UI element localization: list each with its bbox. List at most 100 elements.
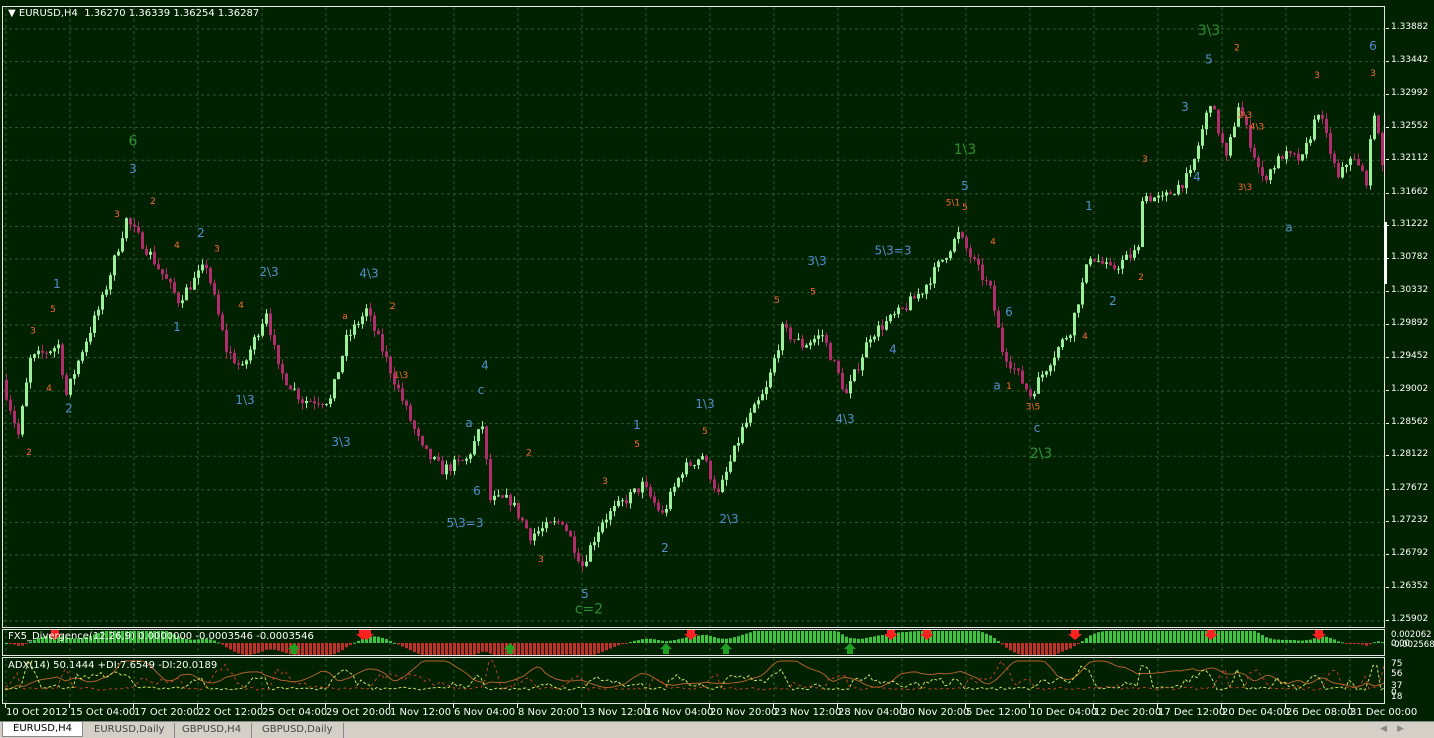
bull-candle [453, 459, 456, 472]
bear-candle [285, 373, 288, 386]
price-tick [1386, 94, 1389, 96]
histogram-bar-up [769, 631, 772, 643]
bull-candle [1097, 260, 1100, 262]
bear-candle [961, 232, 964, 238]
divergence-indicator-panel[interactable]: FX5_Divergence(12,26,9) 0.0000000 -0.000… [2, 629, 1385, 656]
collapse-triangle-icon[interactable]: ▼ [8, 8, 16, 19]
histogram-bar-down [25, 643, 28, 645]
histogram-bar-down [1053, 643, 1056, 655]
bull-candle [957, 232, 960, 239]
time-label: 8 Nov 20:00 [518, 707, 580, 718]
histogram-bar-down [1029, 643, 1032, 655]
histogram-bar-up [901, 632, 904, 643]
wave-label: 5 [702, 427, 708, 437]
tab-eurusd-daily[interactable]: EURUSD,Daily [84, 723, 176, 738]
histogram-bar-down [621, 643, 624, 645]
histogram-bar-up [937, 631, 940, 643]
bull-candle [817, 335, 820, 339]
histogram-bar-down [461, 643, 464, 655]
bull-candle [241, 364, 244, 366]
histogram-bar-up [669, 640, 672, 643]
bear-candle [1113, 265, 1116, 269]
histogram-bar-up [809, 631, 812, 643]
bear-candle [461, 460, 464, 462]
tab-scroll-arrows-icon[interactable]: ◀▶ [1380, 724, 1414, 734]
histogram-bar-up [845, 636, 848, 643]
bear-candle [969, 248, 972, 258]
wave-label: a [342, 312, 348, 322]
price-tick [1386, 521, 1389, 523]
wave-label: 1\3 [695, 397, 714, 411]
tab-eurusd-h4[interactable]: EURUSD,H4 [2, 722, 84, 737]
bear-candle [661, 510, 664, 513]
wave-label: 5\3=3 [874, 244, 911, 258]
bull-candle [197, 270, 200, 278]
histogram-bar-down [485, 643, 488, 652]
histogram-bar-up [701, 635, 704, 643]
histogram-bar-down [597, 643, 600, 654]
histogram-bar-up [741, 634, 744, 643]
bear-candle [713, 479, 716, 489]
bull-candle [773, 358, 776, 373]
bear-candle [213, 283, 216, 295]
histogram-bar-down [229, 643, 232, 650]
histogram-bar-down [445, 643, 448, 655]
bear-candle [1149, 196, 1152, 202]
histogram-bar-down [541, 643, 544, 655]
bull-candle [641, 481, 644, 493]
price-axis: 1.33882 1.33442 1.32992 1.32552 1.32112 1.316… [1386, 0, 1434, 721]
histogram-bar-down [1017, 643, 1020, 655]
histogram-bar-down [9, 643, 12, 644]
histogram-bar-down [429, 643, 432, 655]
histogram-bar-up [1221, 631, 1224, 643]
bear-candle [9, 399, 12, 411]
histogram-bar-down [1349, 643, 1352, 644]
histogram-bar-down [525, 643, 528, 655]
histogram-bar-up [1193, 631, 1196, 643]
bear-candle [1129, 254, 1132, 258]
tab-gbpusd-h4[interactable]: GBPUSD,H4 [172, 723, 253, 738]
bear-candle [1009, 361, 1012, 369]
time-label: 23 Nov 12:00 [774, 707, 842, 718]
histogram-bar-down [245, 643, 248, 655]
histogram-bar-up [1129, 631, 1132, 643]
bull-candle [1153, 197, 1156, 202]
price-label: 1.25902 [1391, 614, 1429, 624]
bull-candle [677, 478, 680, 487]
bull-candle [265, 313, 268, 324]
histogram-bar-up [217, 642, 220, 644]
adx-axis-label: 0 [1391, 688, 1397, 698]
histogram-bar-up [1157, 631, 1160, 643]
bull-candle [1205, 112, 1208, 130]
bull-candle [305, 400, 308, 404]
bull-candle [797, 338, 800, 340]
tab-gbpusd-daily[interactable]: GBPUSD,Daily [252, 723, 344, 738]
price-tick [1386, 28, 1389, 29]
bear-candle [521, 517, 524, 521]
bull-candle [497, 495, 500, 497]
bear-candle [717, 488, 720, 493]
histogram-bar-up [681, 638, 684, 643]
bear-candle [1181, 184, 1184, 189]
price-chart-panel[interactable]: ▼ EURUSD,H4 1.36270 1.36339 1.36254 1.36… [2, 6, 1385, 628]
histogram-bar-up [1105, 631, 1108, 643]
bull-candle [1277, 156, 1280, 169]
wave-label: 3 [30, 326, 36, 336]
bear-candle [1321, 114, 1324, 119]
histogram-bar-up [977, 631, 980, 643]
bull-candle [329, 398, 332, 404]
adx-indicator-panel[interactable]: ADX(14) 50.1444 +DI:7.6549 -DI:20.0189 [2, 657, 1385, 704]
histogram-bar-down [589, 643, 592, 655]
bull-candle [953, 238, 956, 252]
bear-candle [157, 264, 160, 270]
wave-label: 1 [173, 320, 181, 334]
bear-candle [297, 388, 300, 400]
histogram-bar-down [253, 643, 256, 654]
bull-candle [597, 532, 600, 542]
bull-candle [89, 332, 92, 342]
histogram-bar-down [441, 643, 444, 655]
histogram-bar-up [861, 638, 864, 643]
histogram-bar-up [813, 631, 816, 643]
bear-candle [1353, 158, 1356, 160]
bull-candle [105, 289, 108, 295]
